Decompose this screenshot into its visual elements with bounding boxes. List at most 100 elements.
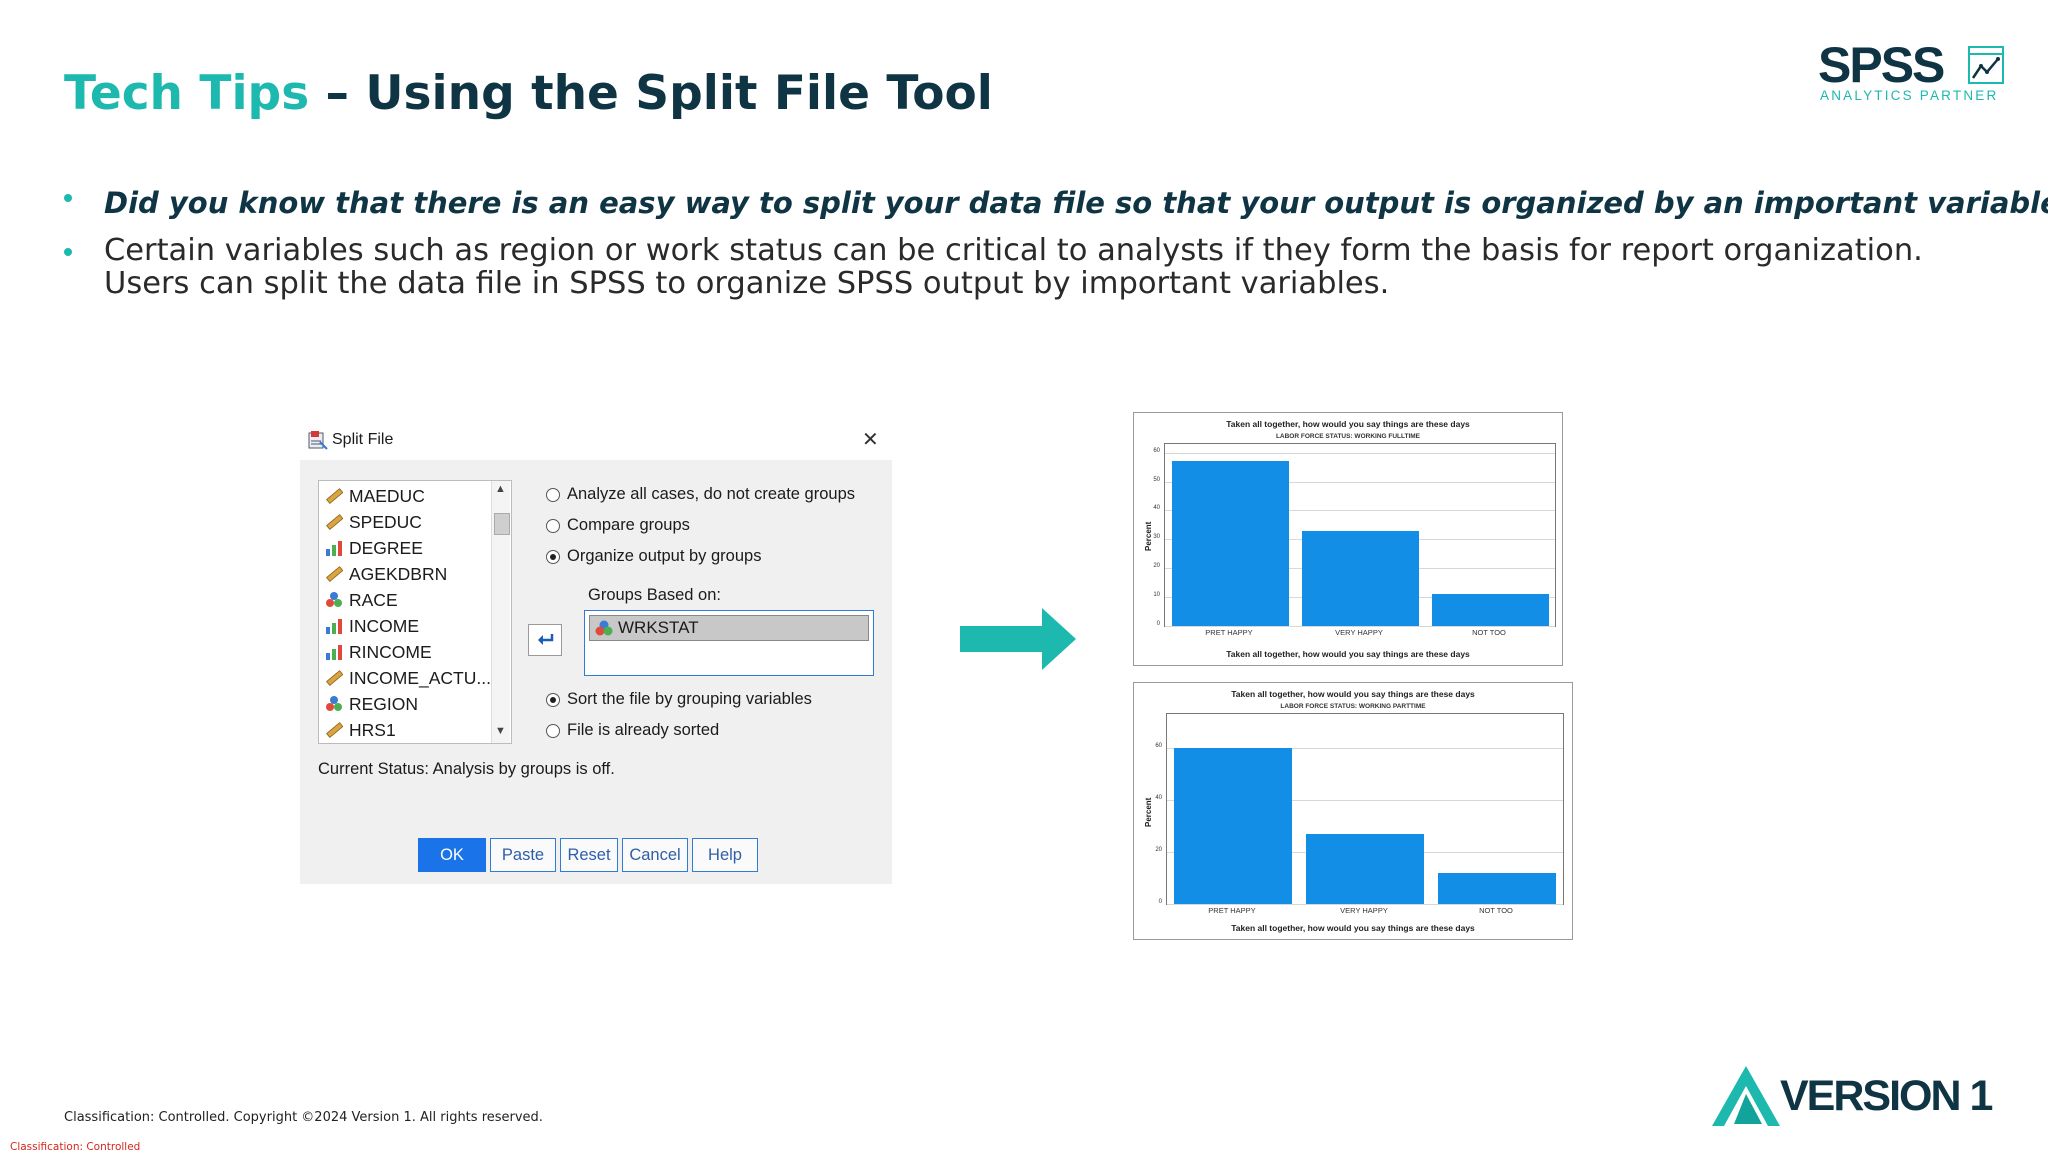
radio-sort-file[interactable]: Sort the file by grouping variables bbox=[546, 690, 812, 709]
scroll-down-icon[interactable]: ▼ bbox=[495, 725, 506, 737]
chart-gridline bbox=[1167, 904, 1563, 905]
variable-list-item[interactable]: INCOME bbox=[325, 613, 419, 639]
groups-based-on-list[interactable]: WRKSTAT bbox=[584, 610, 874, 676]
radio-analyze-all[interactable]: Analyze all cases, do not create groups bbox=[546, 485, 855, 504]
chart-title: Taken all together, how would you say th… bbox=[1226, 419, 1470, 429]
logo-tagline: ANALYTICS PARTNER bbox=[1820, 88, 1999, 103]
variable-name: AGEKDBRN bbox=[349, 563, 448, 584]
scale-ruler-icon bbox=[325, 669, 349, 687]
chart-y-tick-label: 0 bbox=[1158, 899, 1162, 905]
radio-already-sorted[interactable]: File is already sorted bbox=[546, 721, 719, 740]
chart-bar bbox=[1301, 530, 1419, 626]
variable-name: REGION bbox=[349, 693, 419, 714]
spss-logo: SPSS ANALYTICS PARTNER bbox=[1818, 38, 2014, 108]
variable-list[interactable]: HRS1 REGION INCOME_ACTU... RINCOME INCOME RAC… bbox=[318, 480, 512, 744]
bar-chart-parttime: Taken all together, how would you say th… bbox=[1133, 682, 1573, 940]
chart-y-tick-label: 10 bbox=[1153, 592, 1160, 599]
paste-button[interactable]: Paste bbox=[490, 838, 556, 872]
chart-y-tick-label: 30 bbox=[1153, 534, 1160, 541]
group-variable-name: WRKSTAT bbox=[618, 618, 699, 637]
chart-subtitle: LABOR FORCE STATUS: WORKING FULLTIME bbox=[1275, 433, 1421, 440]
chart-y-tick-label: 50 bbox=[1153, 476, 1160, 483]
title-rest: – Using the Split File Tool bbox=[309, 66, 993, 121]
scale-ruler-icon bbox=[325, 721, 349, 739]
variable-list-item[interactable]: SPEDUC bbox=[325, 509, 422, 535]
scrollbar-thumb[interactable] bbox=[494, 513, 510, 535]
chart-category-label: PRET HAPPY bbox=[1205, 628, 1253, 637]
chart-title: Taken all together, how would you say th… bbox=[1231, 689, 1475, 699]
radio-button[interactable] bbox=[546, 723, 560, 738]
chart-y-tick-label: 60 bbox=[1155, 742, 1162, 749]
variable-name: INCOME bbox=[349, 615, 419, 636]
chart-bar bbox=[1171, 461, 1289, 626]
help-button[interactable]: Help bbox=[692, 838, 758, 872]
bullet-item: Did you know that there is an easy way t… bbox=[64, 186, 2048, 220]
variable-list-item[interactable]: RINCOME bbox=[325, 639, 432, 665]
close-icon[interactable]: ✕ bbox=[862, 427, 879, 452]
radio-label: Organize output by groups bbox=[567, 547, 762, 565]
cancel-button[interactable]: Cancel bbox=[622, 838, 688, 872]
variable-list-item[interactable]: DEGREE bbox=[325, 535, 423, 561]
radio-button-selected[interactable] bbox=[546, 549, 560, 564]
footer-copyright: Classification: Controlled. Copyright ©2… bbox=[64, 1110, 543, 1125]
analytics-chart-icon bbox=[1968, 46, 2004, 84]
nominal-circles-icon bbox=[325, 695, 349, 713]
ok-button[interactable]: OK bbox=[418, 838, 486, 872]
variable-name: SPEDUC bbox=[349, 511, 422, 532]
brand-logo-text: VERSION 1 bbox=[1780, 1072, 1993, 1120]
title-highlight: Tech Tips bbox=[64, 66, 310, 121]
chart-x-label: Taken all together, how would you say th… bbox=[1231, 923, 1475, 933]
triangle-logo-icon bbox=[1712, 1066, 1780, 1126]
variable-list-item[interactable]: HRS1 bbox=[325, 717, 396, 743]
chart-subtitle: LABOR FORCE STATUS: WORKING PARTTIME bbox=[1280, 703, 1426, 710]
bar-chart-fulltime: Taken all together, how would you say th… bbox=[1133, 412, 1563, 666]
right-arrow-icon bbox=[960, 608, 1076, 670]
nominal-circles-icon bbox=[595, 620, 613, 636]
variable-list-item[interactable]: MAEDUC bbox=[325, 483, 425, 509]
variable-list-item[interactable]: REGION bbox=[325, 691, 418, 717]
chart-gridline bbox=[1165, 452, 1555, 454]
ordinal-bars-icon bbox=[325, 643, 349, 661]
dialog-title: Split File bbox=[332, 431, 394, 448]
variable-list-item[interactable]: INCOME_ACTU... bbox=[325, 665, 491, 691]
chart-plot-area bbox=[1164, 443, 1556, 627]
list-scrollbar[interactable]: ▲ ▼ bbox=[491, 481, 510, 743]
radio-button-selected[interactable] bbox=[546, 692, 560, 707]
bullet-dot bbox=[64, 194, 72, 202]
move-variable-button[interactable] bbox=[528, 624, 562, 656]
variable-name: MAEDUC bbox=[349, 485, 425, 506]
radio-button[interactable] bbox=[546, 487, 560, 502]
scroll-up-icon[interactable]: ▲ bbox=[495, 483, 506, 495]
chart-plot-area bbox=[1166, 713, 1564, 905]
chart-x-label: Taken all together, how would you say th… bbox=[1226, 649, 1470, 659]
radio-label: Sort the file by grouping variables bbox=[567, 690, 812, 708]
slide-title: Tech Tips – Using the Split File Tool bbox=[64, 66, 993, 121]
variable-list-item[interactable]: AGEKDBRN bbox=[325, 561, 447, 587]
current-status-text: Current Status: Analysis by groups is of… bbox=[318, 760, 615, 778]
variable-name: HRS1 bbox=[349, 719, 396, 740]
scale-ruler-icon bbox=[325, 487, 349, 505]
bullet-dot bbox=[64, 248, 72, 256]
chart-y-tick-label: 20 bbox=[1155, 846, 1162, 853]
reset-button[interactable]: Reset bbox=[560, 838, 618, 872]
chart-y-tick-label: 60 bbox=[1153, 447, 1160, 454]
chart-bar bbox=[1305, 833, 1425, 904]
groups-based-on-label: Groups Based on: bbox=[588, 586, 721, 604]
dialog-titlebar: Split File ✕ bbox=[300, 418, 892, 460]
scale-ruler-icon bbox=[325, 565, 349, 583]
group-variable-item[interactable]: WRKSTAT bbox=[589, 615, 869, 641]
nominal-circles-icon bbox=[325, 591, 349, 609]
radio-organize-output[interactable]: Organize output by groups bbox=[546, 547, 761, 566]
chart-y-tick-label: 0 bbox=[1156, 621, 1160, 627]
radio-label: Compare groups bbox=[567, 516, 690, 534]
split-file-dialog: Split File ✕ HRS1 REGION INCOME_ACTU... RIN… bbox=[300, 418, 892, 884]
radio-compare-groups[interactable]: Compare groups bbox=[546, 516, 690, 535]
chart-category-label: VERY HAPPY bbox=[1340, 906, 1388, 915]
radio-button[interactable] bbox=[546, 518, 560, 533]
variable-list-item[interactable]: RACE bbox=[325, 587, 398, 613]
chart-y-label: Percent bbox=[1144, 797, 1153, 827]
ordinal-bars-icon bbox=[325, 617, 349, 635]
variable-name: RINCOME bbox=[349, 641, 432, 662]
chart-y-tick-label: 40 bbox=[1155, 794, 1162, 801]
radio-label: File is already sorted bbox=[567, 721, 720, 739]
